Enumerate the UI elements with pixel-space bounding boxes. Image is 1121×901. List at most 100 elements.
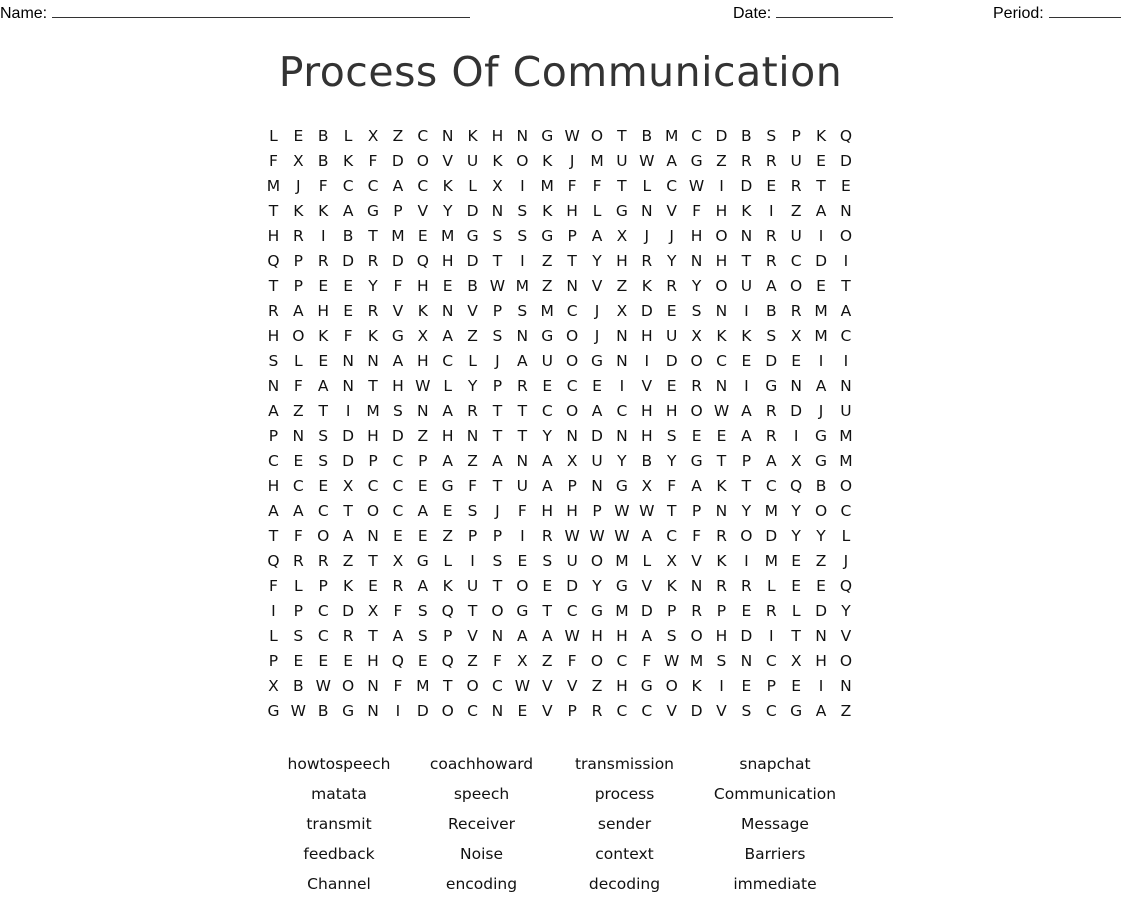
- grid-cell[interactable]: L: [634, 174, 659, 199]
- grid-cell[interactable]: T: [361, 374, 386, 399]
- grid-cell[interactable]: O: [684, 624, 709, 649]
- grid-cell[interactable]: O: [510, 149, 535, 174]
- grid-cell[interactable]: A: [286, 499, 311, 524]
- grid-cell[interactable]: H: [361, 649, 386, 674]
- grid-cell[interactable]: C: [485, 674, 510, 699]
- grid-cell[interactable]: A: [286, 299, 311, 324]
- grid-cell[interactable]: I: [709, 174, 734, 199]
- grid-cell[interactable]: K: [634, 274, 659, 299]
- grid-cell[interactable]: Y: [659, 249, 684, 274]
- grid-cell[interactable]: B: [634, 449, 659, 474]
- grid-cell[interactable]: O: [485, 599, 510, 624]
- grid-cell[interactable]: G: [684, 149, 709, 174]
- grid-cell[interactable]: U: [784, 224, 809, 249]
- grid-cell[interactable]: C: [385, 474, 410, 499]
- grid-cell[interactable]: C: [709, 349, 734, 374]
- grid-cell[interactable]: C: [460, 699, 485, 724]
- grid-cell[interactable]: D: [410, 699, 435, 724]
- grid-cell[interactable]: V: [385, 299, 410, 324]
- grid-cell[interactable]: K: [734, 199, 759, 224]
- grid-cell[interactable]: K: [286, 199, 311, 224]
- grid-cell[interactable]: Z: [709, 149, 734, 174]
- grid-cell[interactable]: H: [609, 624, 634, 649]
- grid-cell[interactable]: E: [784, 349, 809, 374]
- grid-cell[interactable]: C: [759, 649, 784, 674]
- grid-cell[interactable]: V: [410, 199, 435, 224]
- grid-cell[interactable]: M: [759, 499, 784, 524]
- grid-cell[interactable]: R: [734, 149, 759, 174]
- grid-cell[interactable]: S: [485, 224, 510, 249]
- grid-cell[interactable]: T: [460, 599, 485, 624]
- grid-cell[interactable]: T: [535, 599, 560, 624]
- grid-cell[interactable]: G: [510, 599, 535, 624]
- grid-cell[interactable]: C: [634, 699, 659, 724]
- grid-cell[interactable]: U: [510, 474, 535, 499]
- grid-cell[interactable]: T: [510, 399, 535, 424]
- grid-cell[interactable]: N: [336, 374, 361, 399]
- grid-cell[interactable]: W: [634, 499, 659, 524]
- grid-cell[interactable]: A: [435, 449, 460, 474]
- grid-cell[interactable]: G: [460, 224, 485, 249]
- grid-cell[interactable]: V: [709, 699, 734, 724]
- grid-cell[interactable]: K: [435, 174, 460, 199]
- grid-cell[interactable]: T: [709, 449, 734, 474]
- grid-cell[interactable]: R: [361, 249, 386, 274]
- grid-cell[interactable]: X: [261, 674, 286, 699]
- grid-cell[interactable]: G: [385, 324, 410, 349]
- grid-cell[interactable]: A: [311, 374, 336, 399]
- grid-cell[interactable]: M: [809, 299, 834, 324]
- grid-cell[interactable]: A: [510, 624, 535, 649]
- grid-cell[interactable]: E: [410, 224, 435, 249]
- grid-cell[interactable]: P: [286, 249, 311, 274]
- grid-cell[interactable]: Q: [435, 599, 460, 624]
- grid-cell[interactable]: A: [410, 499, 435, 524]
- grid-cell[interactable]: G: [609, 199, 634, 224]
- grid-cell[interactable]: C: [560, 599, 585, 624]
- grid-cell[interactable]: P: [560, 224, 585, 249]
- grid-cell[interactable]: E: [585, 374, 610, 399]
- grid-cell[interactable]: A: [734, 399, 759, 424]
- grid-cell[interactable]: Z: [435, 524, 460, 549]
- grid-cell[interactable]: I: [809, 674, 834, 699]
- grid-cell[interactable]: H: [410, 274, 435, 299]
- grid-cell[interactable]: D: [336, 424, 361, 449]
- grid-cell[interactable]: Z: [609, 274, 634, 299]
- grid-cell[interactable]: U: [659, 324, 684, 349]
- grid-cell[interactable]: W: [286, 699, 311, 724]
- grid-cell[interactable]: P: [385, 199, 410, 224]
- grid-cell[interactable]: O: [460, 674, 485, 699]
- grid-cell[interactable]: T: [261, 199, 286, 224]
- grid-cell[interactable]: A: [510, 349, 535, 374]
- grid-cell[interactable]: I: [833, 249, 858, 274]
- grid-cell[interactable]: C: [759, 474, 784, 499]
- grid-cell[interactable]: A: [634, 524, 659, 549]
- grid-cell[interactable]: R: [585, 699, 610, 724]
- grid-cell[interactable]: W: [560, 124, 585, 149]
- grid-cell[interactable]: E: [336, 649, 361, 674]
- grid-cell[interactable]: K: [684, 674, 709, 699]
- grid-cell[interactable]: G: [634, 674, 659, 699]
- grid-cell[interactable]: D: [709, 124, 734, 149]
- grid-cell[interactable]: R: [385, 574, 410, 599]
- grid-cell[interactable]: H: [634, 324, 659, 349]
- grid-cell[interactable]: O: [585, 649, 610, 674]
- grid-cell[interactable]: E: [809, 574, 834, 599]
- grid-cell[interactable]: T: [659, 499, 684, 524]
- grid-cell[interactable]: C: [410, 124, 435, 149]
- grid-cell[interactable]: R: [784, 299, 809, 324]
- grid-cell[interactable]: C: [560, 374, 585, 399]
- grid-cell[interactable]: E: [385, 524, 410, 549]
- grid-cell[interactable]: X: [336, 474, 361, 499]
- grid-cell[interactable]: F: [336, 324, 361, 349]
- grid-cell[interactable]: A: [535, 624, 560, 649]
- grid-cell[interactable]: T: [560, 249, 585, 274]
- grid-cell[interactable]: Q: [410, 249, 435, 274]
- grid-cell[interactable]: J: [585, 299, 610, 324]
- grid-cell[interactable]: O: [560, 399, 585, 424]
- grid-cell[interactable]: E: [311, 649, 336, 674]
- grid-cell[interactable]: N: [460, 424, 485, 449]
- grid-cell[interactable]: J: [833, 549, 858, 574]
- grid-cell[interactable]: M: [759, 549, 784, 574]
- grid-cell[interactable]: N: [684, 249, 709, 274]
- grid-cell[interactable]: M: [510, 274, 535, 299]
